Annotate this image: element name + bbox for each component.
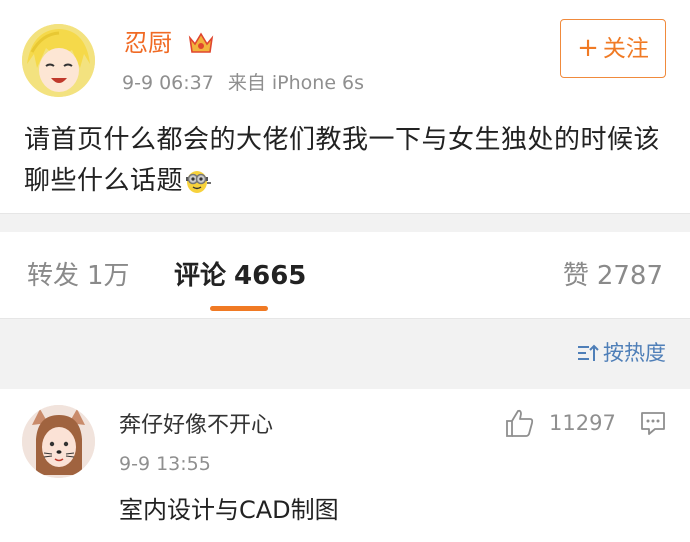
tab-like[interactable]: 赞 2787 [563, 259, 663, 293]
tab-comment[interactable]: 评论 4665 [174, 259, 306, 293]
sort-icon [577, 343, 599, 369]
crown-badge-icon [187, 30, 215, 56]
sort-by-hot-button[interactable]: 按热度 [577, 340, 666, 369]
post-content: 请首页什么都会的大佬们教我一下与女生独处的时候该聊些什么话题 [24, 120, 674, 202]
comment-like-count: 11297 [549, 411, 616, 435]
tab-comment-label: 评论 [174, 261, 227, 291]
tab-repost[interactable]: 转发 1万 [27, 259, 130, 293]
tab-repost-label: 转发 [27, 261, 80, 291]
post-meta: 9-9 06:37 来自 iPhone 6s [122, 72, 364, 94]
section-divider [0, 213, 690, 232]
post-time: 9-9 06:37 [122, 72, 214, 94]
follow-button[interactable]: + 关注 [560, 19, 666, 78]
sort-label: 按热度 [603, 341, 666, 365]
comment-text: 室内设计与CAD制图 [119, 496, 339, 524]
post-username[interactable]: 忍厨 [124, 28, 172, 58]
thumbs-up-icon[interactable] [505, 408, 535, 438]
tab-like-label: 赞 [562, 261, 589, 291]
tab-comment-count: 4665 [234, 261, 307, 291]
post-text: 请首页什么都会的大佬们教我一下与女生独处的时候该聊些什么话题 [24, 125, 661, 196]
follow-label: 关注 [602, 36, 649, 62]
minion-emoji-icon [183, 166, 212, 193]
post-avatar[interactable] [22, 24, 95, 97]
comment-username[interactable]: 奔仔好像不开心 [119, 412, 273, 440]
tab-repost-count: 1万 [87, 261, 130, 291]
active-tab-indicator [210, 306, 268, 311]
comment-time: 9-9 13:55 [119, 453, 211, 475]
plus-icon: + [577, 33, 599, 63]
comment-avatar[interactable] [22, 405, 95, 478]
reply-comment-icon[interactable] [640, 410, 666, 436]
post-source: 来自 iPhone 6s [227, 72, 365, 94]
tab-like-count: 2787 [596, 261, 663, 291]
